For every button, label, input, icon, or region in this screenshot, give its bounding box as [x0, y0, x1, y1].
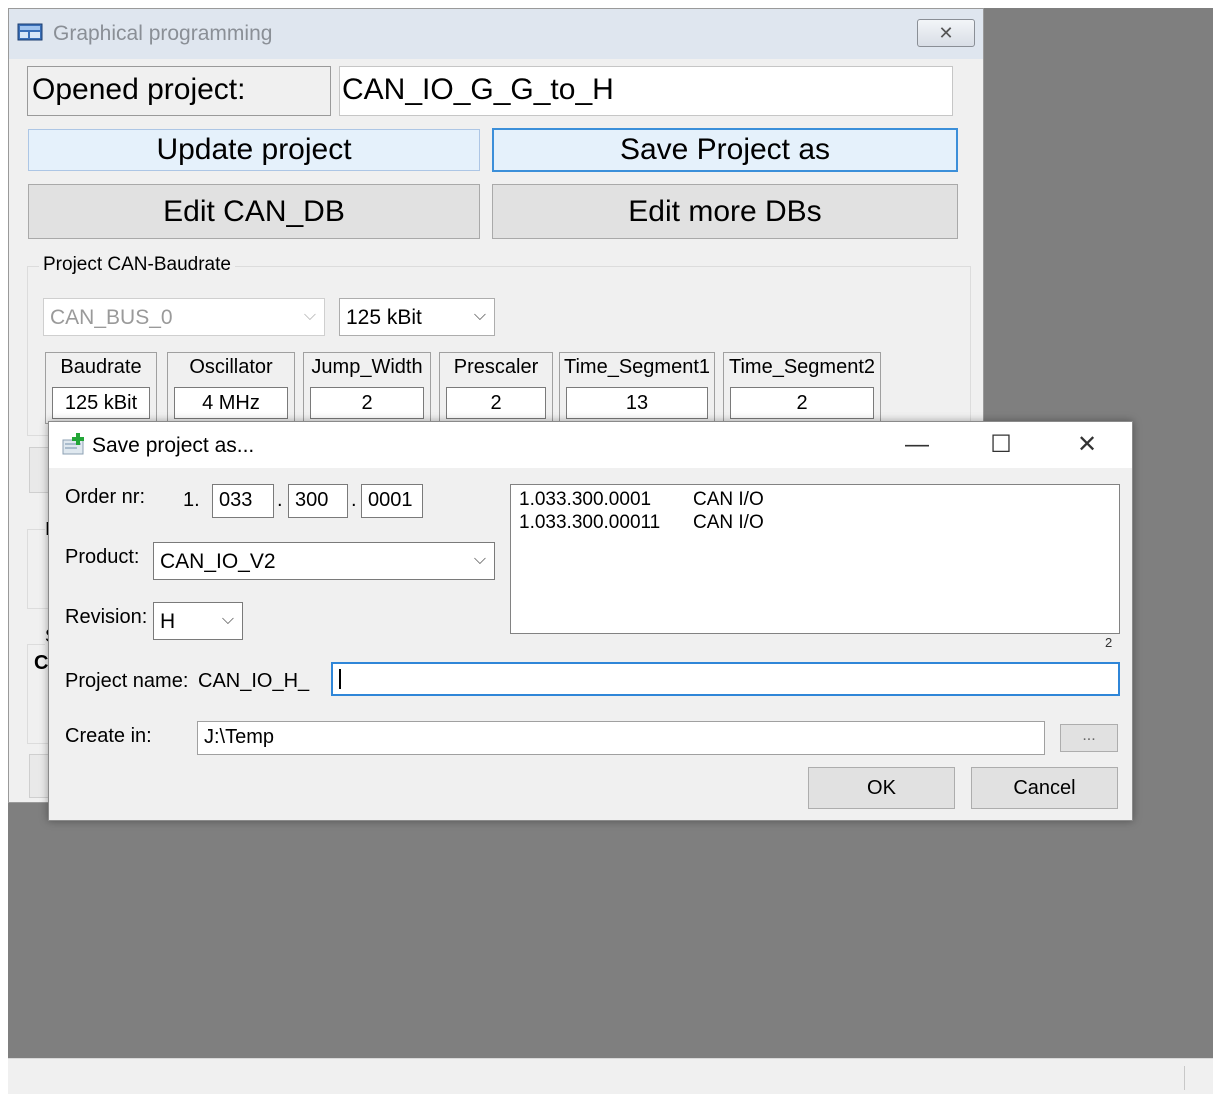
revision-label: Revision: [65, 606, 148, 628]
text-caret [339, 669, 341, 689]
param-value: 13 [566, 387, 708, 419]
dialog-title-bar: Save project as... — ☐ ✕ [49, 422, 1132, 468]
project-list[interactable]: 1.033.300.0001 CAN I/O 1.033.300.00011 C… [510, 484, 1120, 634]
new-project-icon [62, 433, 84, 455]
order-nr-part1-value: 033 [219, 489, 253, 511]
product-label: Product: [65, 546, 140, 568]
main-title-bar: Graphical programming ✕ [9, 9, 983, 59]
param-value: 2 [446, 387, 546, 419]
param-label: Prescaler [453, 356, 539, 378]
chevron-down-icon: ⌵ [221, 611, 234, 628]
opened-project-label: Opened project: [32, 73, 246, 106]
project-name-label: Project name: [65, 670, 189, 692]
order-nr-prefix: 1. [183, 489, 200, 511]
close-icon[interactable]: ✕ [1057, 426, 1117, 464]
param-label: Oscillator [189, 356, 273, 378]
list-item-order: 1.033.300.0001 [519, 489, 652, 510]
order-nr-part1-input[interactable]: 033 [212, 484, 274, 518]
maximize-icon[interactable]: ☐ [971, 426, 1031, 464]
product-select-value: CAN_IO_V2 [160, 550, 276, 573]
param-time-segment1: Time_Segment1 13 [559, 352, 715, 424]
edit-more-dbs-button[interactable]: Edit more DBs [492, 184, 958, 239]
main-window-title: Graphical programming [53, 22, 273, 45]
save-project-as-button[interactable]: Save Project as [492, 128, 958, 172]
opened-project-field: CAN_IO_G_G_to_H [339, 66, 953, 116]
order-nr-part2-value: 300 [295, 489, 329, 511]
param-prescaler: Prescaler 2 [439, 352, 553, 424]
baudrate-group-legend: Project CAN-Baudrate [39, 254, 235, 276]
taskbar-separator [1184, 1066, 1185, 1090]
param-value: 2 [310, 387, 424, 419]
update-project-button[interactable]: Update project [28, 129, 480, 171]
edit-can-db-button[interactable]: Edit CAN_DB [28, 184, 480, 239]
app-icon [17, 23, 43, 41]
param-label: Baudrate [60, 356, 142, 378]
cancel-button[interactable]: Cancel [971, 767, 1118, 809]
order-nr-label: Order nr: [65, 486, 146, 508]
baudrate-select[interactable]: 125 kBit ⌵ [339, 298, 495, 336]
param-time-segment2: Time_Segment2 2 [723, 352, 881, 424]
product-select[interactable]: CAN_IO_V2 ⌵ [153, 542, 495, 580]
param-jump-width: Jump_Width 2 [303, 352, 431, 424]
revision-select[interactable]: H ⌵ [153, 602, 243, 640]
can-bus-select: CAN_BUS_0 ⌵ [43, 298, 325, 336]
param-label: Time_Segment1 [564, 356, 710, 378]
order-nr-part3-input[interactable]: 0001 [361, 484, 423, 518]
param-label: Jump_Width [311, 356, 423, 378]
taskbar [8, 1058, 1213, 1094]
chevron-down-icon: ⌵ [303, 307, 316, 324]
chevron-down-icon: ⌵ [473, 551, 486, 568]
param-value: 4 MHz [174, 387, 288, 419]
order-nr-part3-value: 0001 [368, 489, 413, 511]
param-value: 2 [730, 387, 874, 419]
browse-button[interactable]: ... [1060, 724, 1118, 752]
param-label: Time_Segment2 [729, 356, 875, 378]
param-value: 125 kBit [52, 387, 150, 419]
can-bus-select-value: CAN_BUS_0 [50, 306, 173, 329]
hidden-label-c: C [34, 652, 49, 674]
create-in-label: Create in: [65, 725, 152, 747]
param-oscillator: Oscillator 4 MHz [167, 352, 295, 424]
chevron-down-icon: ⌵ [473, 307, 486, 324]
list-item-name: CAN I/O [693, 489, 764, 510]
order-nr-part2-input[interactable]: 300 [288, 484, 348, 518]
minimize-icon[interactable]: — [887, 426, 947, 464]
param-baudrate: Baudrate 125 kBit [45, 352, 157, 424]
dialog-title: Save project as... [92, 434, 255, 457]
close-icon: ✕ [938, 23, 954, 43]
list-count: 2 [1105, 635, 1113, 650]
create-in-input[interactable]: J:\Temp [197, 721, 1045, 755]
order-nr-dot: . [351, 489, 357, 511]
save-project-dialog: Save project as... — ☐ ✕ Order nr: 1. 03… [48, 421, 1133, 821]
revision-select-value: H [160, 610, 176, 633]
main-close-button[interactable]: ✕ [917, 19, 975, 47]
create-in-value: J:\Temp [204, 726, 275, 748]
project-name-input[interactable] [331, 662, 1120, 696]
opened-project-value: CAN_IO_G_G_to_H [342, 73, 614, 106]
order-nr-dot: . [277, 489, 283, 511]
list-item-order: 1.033.300.00011 [519, 512, 661, 533]
list-item-name: CAN I/O [693, 512, 764, 533]
baudrate-select-value: 125 kBit [346, 306, 422, 329]
ok-button[interactable]: OK [808, 767, 955, 809]
project-name-prefix: CAN_IO_H_ [198, 670, 310, 692]
opened-project-label-box: Opened project: [27, 66, 331, 116]
